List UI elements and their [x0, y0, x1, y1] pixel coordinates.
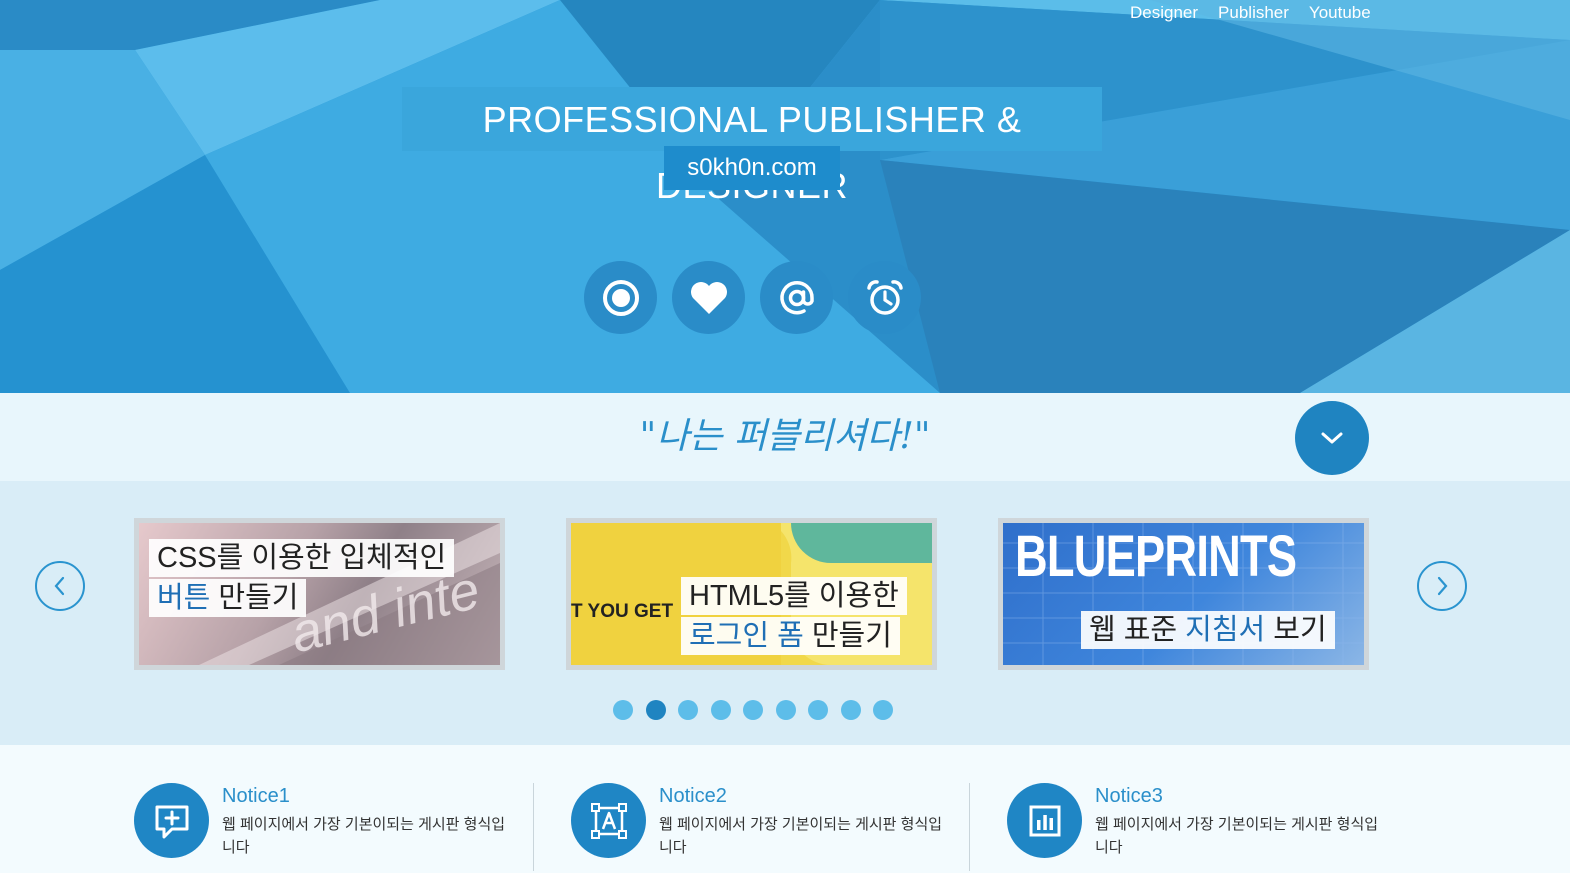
slide-bg-text: T YOU GET — [571, 601, 674, 622]
scroll-down-button[interactable] — [1295, 401, 1369, 475]
text-frame-icon — [590, 802, 627, 839]
chevron-right-icon — [1437, 576, 1448, 596]
slogan-band: "나는 퍼블리셔다!" — [0, 393, 1570, 481]
notice-item[interactable]: Notice2 웹 페이지에서 가장 기본이되는 게시판 형식입니다 — [571, 783, 971, 873]
notice-item[interactable]: Notice3 웹 페이지에서 가장 기본이되는 게시판 형식입니다 — [1007, 783, 1407, 873]
notice-divider — [969, 783, 970, 871]
notice-divider — [533, 783, 534, 871]
hero-section: Designer Publisher Youtube PROFESSIONAL … — [0, 0, 1570, 393]
alarm-button[interactable] — [848, 261, 921, 334]
pagination-dot[interactable] — [710, 700, 731, 720]
pagination-dot[interactable] — [808, 700, 828, 720]
pagination-dot[interactable] — [840, 700, 861, 720]
heart-button[interactable] — [672, 261, 745, 334]
slide-caption-line1: CSS를 이용한 입체적인 — [149, 539, 455, 577]
nav-youtube[interactable]: Youtube — [1299, 2, 1381, 24]
chevron-left-icon — [54, 576, 65, 596]
pagination-dot[interactable] — [678, 700, 698, 720]
notice-icon-circle — [1007, 783, 1082, 858]
notice-item[interactable]: Notice1 웹 페이지에서 가장 기본이되는 게시판 형식입니다 — [134, 783, 534, 873]
top-nav: Designer Publisher Youtube — [1120, 2, 1381, 24]
alarm-clock-icon — [866, 279, 903, 315]
slide-image: and inte CSS를 이용한 입체적인 버튼 만들기 — [139, 523, 500, 665]
notice-description: 웹 페이지에서 가장 기본이되는 게시판 형식입니다 — [659, 816, 943, 856]
bar-chart-icon — [1029, 805, 1060, 836]
pagination-dot[interactable] — [743, 700, 763, 720]
at-sign-icon — [779, 280, 814, 314]
slide-image: BLUEPRINTS 웹 표준 지침서 보기 — [1003, 523, 1364, 665]
hero-subtitle[interactable]: s0kh0n.com — [664, 146, 840, 190]
heart-icon — [690, 281, 727, 314]
notice-description: 웹 페이지에서 가장 기본이되는 게시판 형식입니다 — [1095, 816, 1379, 856]
pagination-dot[interactable] — [613, 700, 633, 720]
slide-caption-line2: 로그인 폼 만들기 — [681, 617, 900, 655]
slide-caption-line1: 웹 표준 지침서 보기 — [1081, 611, 1335, 649]
slide-image: T YOU GET HTML5를 이용한 로그인 폼 만들기 — [571, 523, 932, 665]
slide-caption-line1: HTML5를 이용한 — [681, 577, 907, 615]
notice-section: Notice1 웹 페이지에서 가장 기본이되는 게시판 형식입니다 Notic… — [0, 745, 1570, 871]
slide-card[interactable]: T YOU GET HTML5를 이용한 로그인 폼 만들기 — [566, 518, 937, 670]
record-icon — [602, 279, 639, 316]
prev-slide-button[interactable] — [35, 561, 85, 611]
notice-icon-circle — [134, 783, 209, 858]
record-button[interactable] — [584, 261, 657, 334]
notice-title[interactable]: Notice3 — [1095, 785, 1163, 808]
nav-publisher[interactable]: Publisher — [1208, 2, 1299, 24]
slider-pagination — [613, 700, 893, 720]
slide-caption-line2: 버튼 만들기 — [149, 579, 307, 617]
chevron-down-icon — [1321, 432, 1343, 444]
notice-icon-circle — [571, 783, 646, 858]
hero-icon-row — [584, 261, 921, 334]
notice-description: 웹 페이지에서 가장 기본이되는 게시판 형식입니다 — [222, 816, 506, 856]
next-slide-button[interactable] — [1417, 561, 1467, 611]
slider-section: and inte CSS를 이용한 입체적인 버튼 만들기 T YOU GET … — [0, 481, 1570, 745]
slide-heading: BLUEPRINTS — [1015, 524, 1297, 589]
slide-card[interactable]: and inte CSS를 이용한 입체적인 버튼 만들기 — [134, 518, 505, 670]
pagination-dot[interactable] — [645, 700, 666, 720]
notice-title[interactable]: Notice1 — [222, 785, 290, 808]
nav-designer[interactable]: Designer — [1120, 2, 1208, 24]
hero-title: PROFESSIONAL PUBLISHER & DESIGNER — [402, 87, 1102, 206]
at-sign-button[interactable] — [760, 261, 833, 334]
slide-card[interactable]: BLUEPRINTS 웹 표준 지침서 보기 — [998, 518, 1369, 670]
notice-title[interactable]: Notice2 — [659, 785, 727, 808]
add-comment-icon — [155, 805, 188, 838]
pagination-dot[interactable] — [775, 700, 796, 720]
pagination-dot[interactable] — [873, 700, 893, 720]
